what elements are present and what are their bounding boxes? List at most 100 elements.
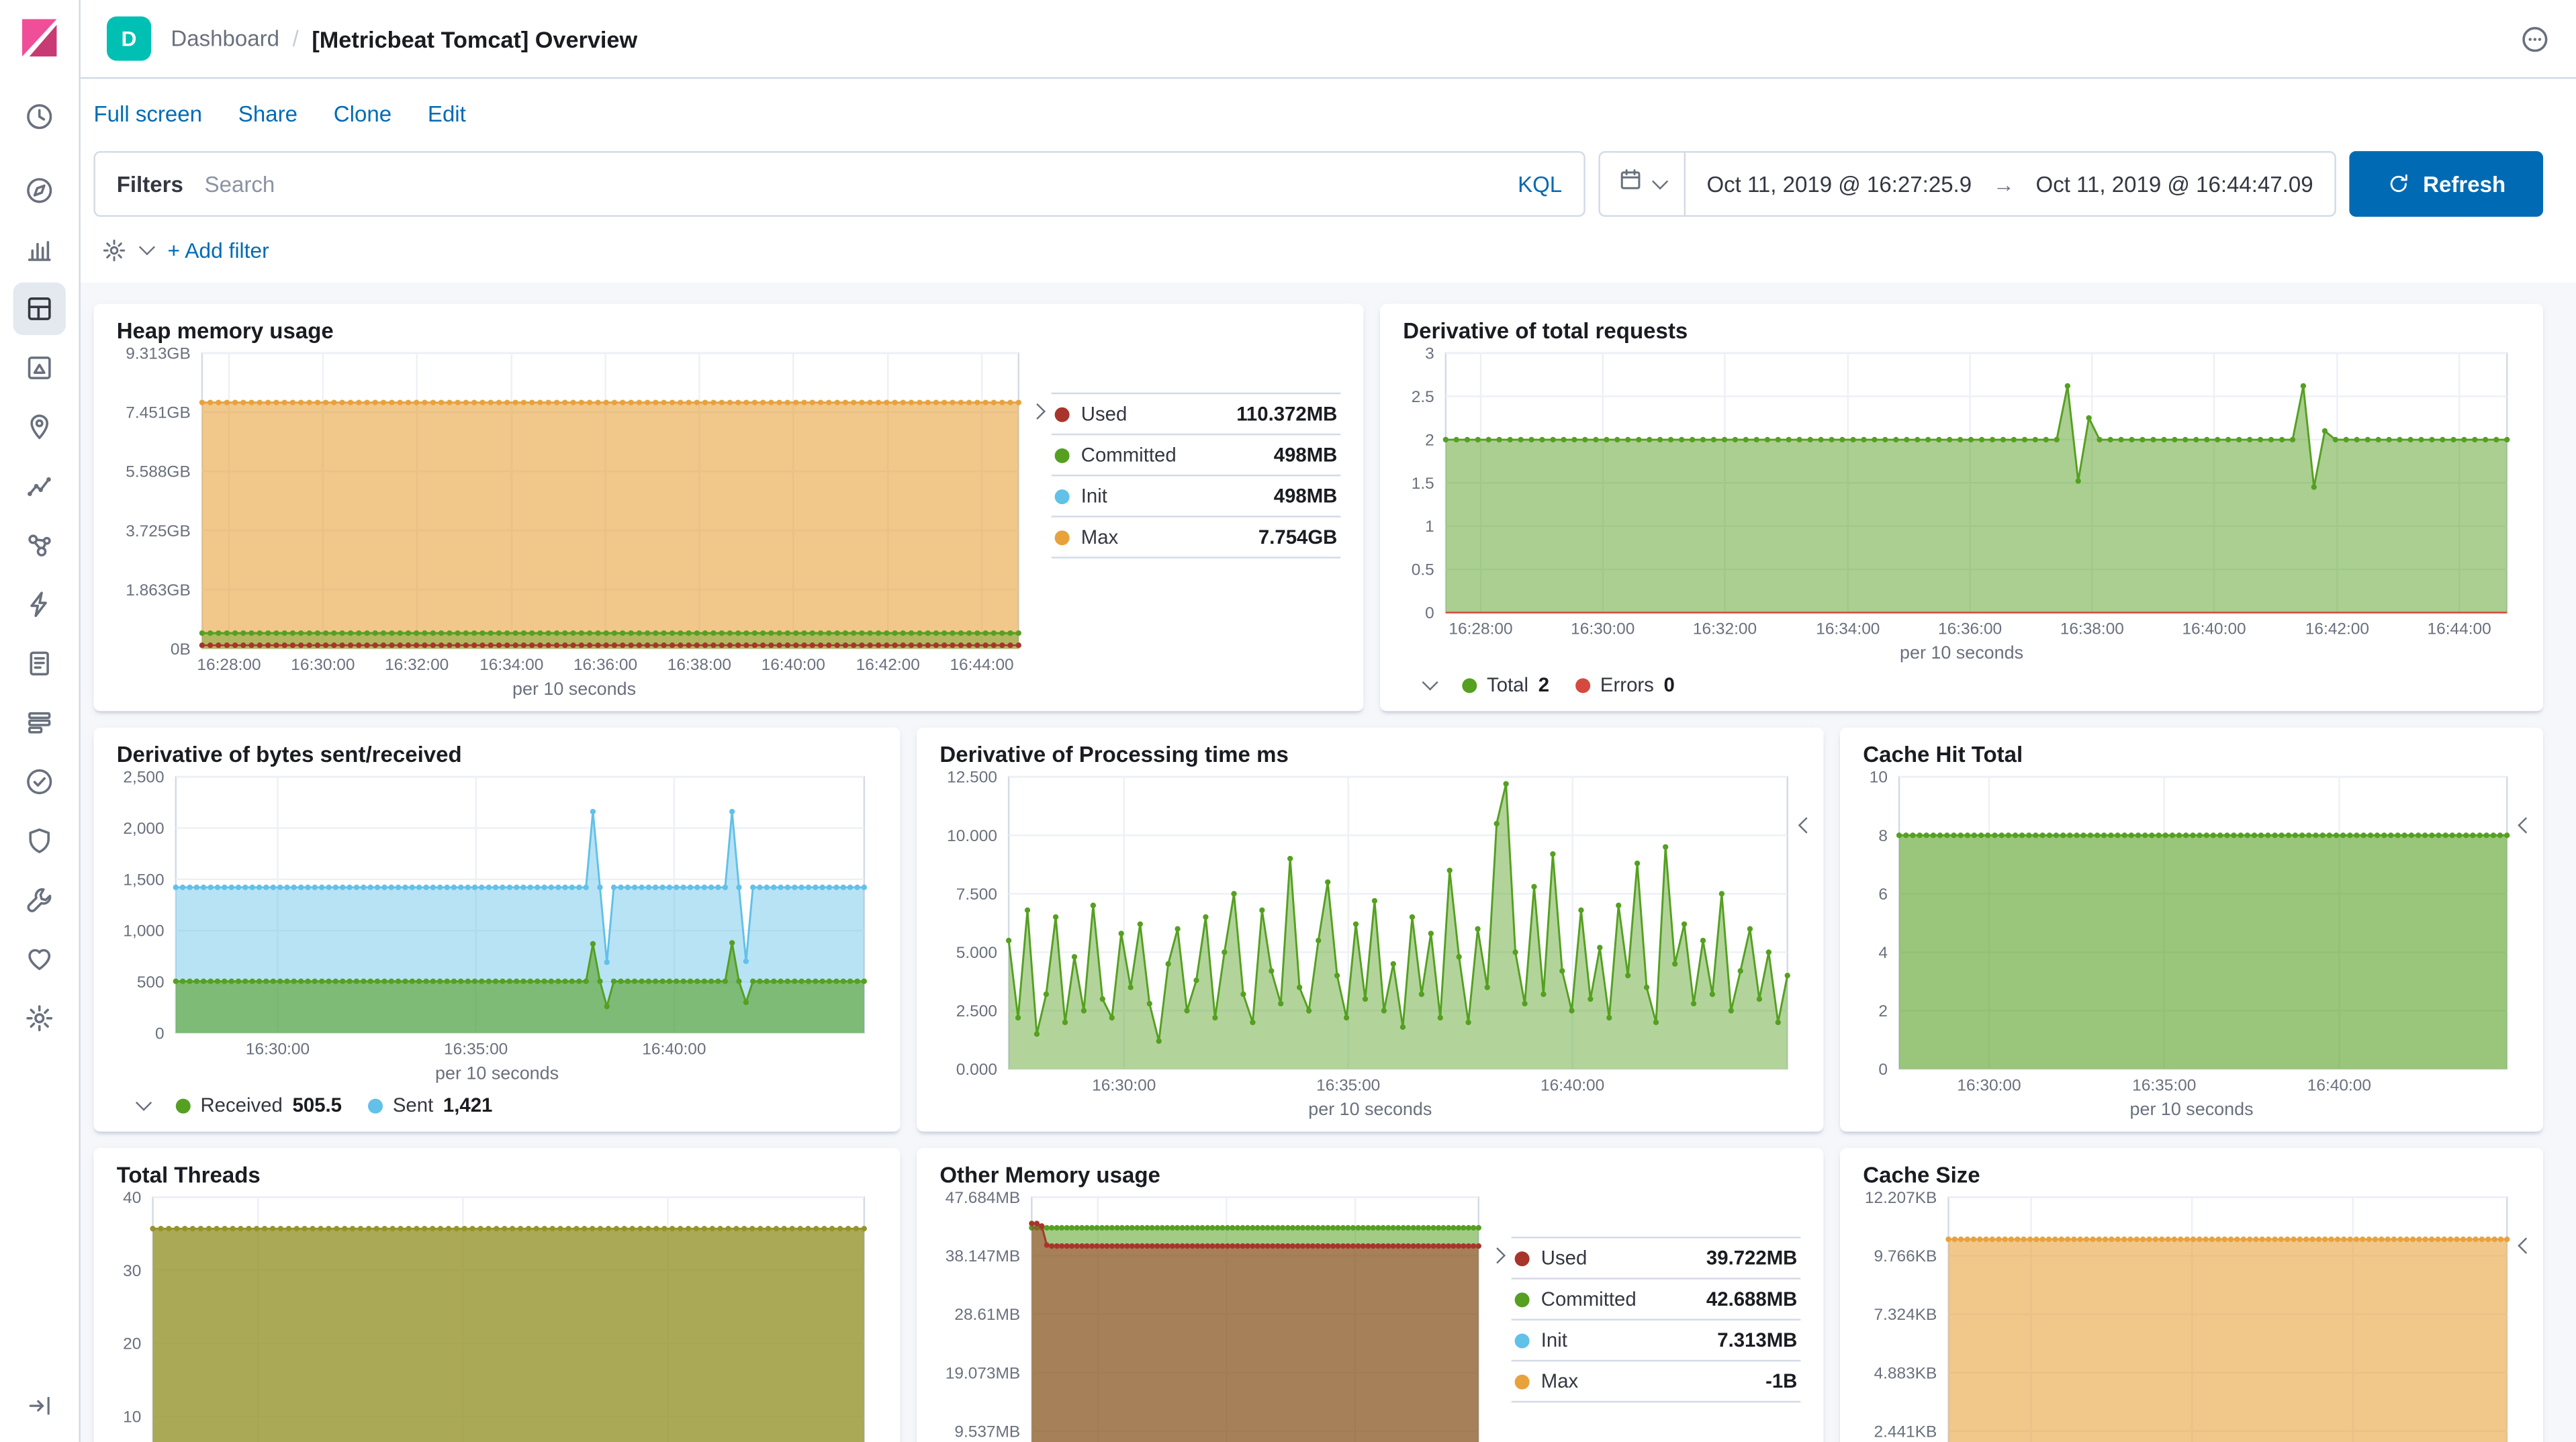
legend-item-max[interactable]: Max -1B [1512, 1361, 1801, 1402]
legend-item-total[interactable]: Total 2 [1462, 673, 1549, 696]
bytes-chart[interactable]: 05001,0001,5002,0002,50016:30:0016:35:00… [117, 767, 878, 1088]
filters-button[interactable]: Filters [95, 172, 205, 197]
legend-value: 505.5 [293, 1094, 342, 1116]
total-threads-chart[interactable]: 01020304016:30:0016:35:0016:40:00 per 10… [117, 1188, 878, 1442]
breadcrumb-separator: / [293, 26, 299, 51]
chevron-left-icon [2518, 1238, 2534, 1254]
sidebar-item-recent[interactable] [13, 91, 66, 143]
legend-expand-button[interactable] [1800, 810, 1812, 839]
other-memory-chart[interactable]: 0B9.537MB19.073MB28.61MB38.147MB47.684MB… [939, 1188, 1491, 1442]
kibana-logo[interactable] [16, 15, 62, 60]
calendar-button[interactable] [1600, 153, 1684, 215]
sidebar-item-maps[interactable] [13, 401, 66, 453]
legend-item-init[interactable]: Init 498MB [1052, 476, 1341, 517]
legend-name: Committed [1081, 444, 1177, 467]
processing-time-chart[interactable]: 0.0002.5005.0007.50010.00012.50016:30:00… [939, 767, 1800, 1124]
sidebar-item-management[interactable] [13, 992, 66, 1045]
legend-name: Sent [393, 1094, 433, 1116]
legend-item-committed[interactable]: Committed 42.688MB [1512, 1280, 1801, 1320]
svg-text:2,000: 2,000 [123, 820, 164, 838]
date-from[interactable]: Oct 11, 2019 @ 16:27:25.9 [1686, 172, 1993, 197]
clone-link[interactable]: Clone [334, 102, 392, 127]
sidebar-item-monitoring[interactable] [13, 933, 66, 986]
requests-chart-canvas[interactable]: 00.511.522.5316:28:0016:30:0016:32:0016:… [1403, 343, 2520, 642]
legend-collapse-icon[interactable] [136, 1095, 152, 1111]
svg-text:16:30:00: 16:30:00 [1571, 620, 1635, 638]
sidebar-item-uptime[interactable] [13, 755, 66, 808]
legend-item-used[interactable]: Used 39.722MB [1512, 1239, 1801, 1280]
sidebar-item-apm[interactable] [13, 578, 66, 630]
legend-item-received[interactable]: Received 505.5 [176, 1094, 342, 1116]
sidebar-item-visualize[interactable] [13, 224, 66, 276]
sidebar-item-discover[interactable] [13, 164, 66, 217]
legend-expand-icon[interactable] [1489, 1247, 1506, 1263]
legend-expand-icon[interactable] [1029, 403, 1046, 420]
series-dot [1515, 1251, 1530, 1265]
edit-link[interactable]: Edit [428, 102, 466, 127]
legend-value: 7.754GB [1258, 526, 1338, 548]
share-link[interactable]: Share [238, 102, 297, 127]
sidebar-item-machine-learning[interactable] [13, 460, 66, 512]
options-icon[interactable] [2520, 23, 2550, 53]
cache-size-chart-canvas[interactable]: 0B2.441KB4.883KB7.324KB9.766KB12.207KB16… [1863, 1188, 2520, 1442]
bytes-chart-canvas[interactable]: 05001,0001,5002,0002,50016:30:0016:35:00… [117, 767, 878, 1062]
cache-hit-chart-canvas[interactable]: 024681016:30:0016:35:0016:40:00 [1863, 767, 2520, 1098]
svg-text:7.324KB: 7.324KB [1874, 1306, 1937, 1324]
heap-memory-chart[interactable]: 0B1.863GB3.725GB5.588GB7.451GB9.313GB16:… [117, 343, 1032, 704]
svg-text:0: 0 [1425, 604, 1434, 622]
svg-text:2.500: 2.500 [956, 1002, 997, 1020]
total-requests-chart[interactable]: 00.511.522.5316:28:0016:30:0016:32:0016:… [1403, 343, 2520, 668]
breadcrumb-dashboard[interactable]: Dashboard [171, 26, 279, 51]
sidebar-item-siem[interactable] [13, 814, 66, 867]
canvas-icon [25, 353, 54, 383]
sidebar-item-dev-tools[interactable] [13, 873, 66, 926]
heap-chart-canvas[interactable]: 0B1.863GB3.725GB5.588GB7.451GB9.313GB16:… [117, 343, 1032, 678]
svg-text:9.537MB: 9.537MB [954, 1423, 1020, 1441]
sidebar-item-logs[interactable] [13, 637, 66, 689]
panel-title: Derivative of Processing time ms [939, 742, 1800, 767]
legend-item-committed[interactable]: Committed 498MB [1052, 435, 1341, 476]
svg-text:16:40:00: 16:40:00 [2307, 1076, 2371, 1094]
svg-text:0B: 0B [171, 640, 191, 659]
cache-size-chart[interactable]: 0B2.441KB4.883KB7.324KB9.766KB12.207KB16… [1863, 1188, 2520, 1442]
sidebar-item-graph[interactable] [13, 519, 66, 571]
legend-item-max[interactable]: Max 7.754GB [1052, 518, 1341, 559]
svg-text:47.684MB: 47.684MB [946, 1189, 1020, 1207]
collapse-nav-icon[interactable] [15, 1381, 64, 1430]
x-axis-label: per 10 seconds [1403, 642, 2520, 669]
legend-item-init[interactable]: Init 7.313MB [1512, 1320, 1801, 1361]
processing-chart-canvas[interactable]: 0.0002.5005.0007.50010.00012.50016:30:00… [939, 767, 1800, 1098]
svg-text:16:42:00: 16:42:00 [2305, 620, 2369, 638]
filter-options-gear-icon[interactable] [102, 238, 127, 262]
legend-expand-button[interactable] [2520, 810, 2532, 839]
space-badge[interactable]: D [107, 16, 151, 60]
svg-text:6: 6 [1878, 885, 1888, 904]
other-memory-chart-canvas[interactable]: 0B9.537MB19.073MB28.61MB38.147MB47.684MB… [939, 1188, 1491, 1442]
legend-item-used[interactable]: Used 110.372MB [1052, 394, 1341, 435]
chevron-left-icon [2518, 817, 2534, 833]
search-input[interactable] [205, 172, 1497, 197]
add-filter-link[interactable]: + Add filter [168, 238, 269, 262]
svg-text:2: 2 [1425, 431, 1434, 449]
svg-text:16:44:00: 16:44:00 [2428, 620, 2491, 638]
sidebar-item-canvas[interactable] [13, 342, 66, 394]
legend-item-sent[interactable]: Sent 1,421 [368, 1094, 492, 1116]
legend-collapse-icon[interactable] [1422, 674, 1438, 690]
kibana-app: D Dashboard / [Metricbeat Tomcat] Overvi… [0, 0, 2576, 1442]
legend-item-errors[interactable]: Errors 0 [1575, 673, 1675, 696]
kql-toggle[interactable]: KQL [1496, 172, 1583, 197]
legend-expand-button[interactable] [2520, 1230, 2532, 1259]
cache-hit-chart[interactable]: 024681016:30:0016:35:0016:40:00 per 10 s… [1863, 767, 2520, 1124]
sidebar-item-metrics[interactable] [13, 696, 66, 749]
svg-text:16:42:00: 16:42:00 [856, 656, 920, 674]
panel-processing-time: Derivative of Processing time ms 0.0002.… [917, 728, 1823, 1132]
filter-options-caret-icon[interactable] [139, 239, 155, 255]
panel-title: Cache Hit Total [1863, 742, 2520, 767]
x-axis-label: per 10 seconds [1863, 1099, 2520, 1125]
threads-chart-canvas[interactable]: 01020304016:30:0016:35:0016:40:00 [117, 1188, 878, 1442]
full-screen-link[interactable]: Full screen [93, 102, 202, 127]
sidebar-item-dashboard[interactable] [13, 283, 66, 335]
date-to[interactable]: Oct 11, 2019 @ 16:44:47.09 [2015, 172, 2335, 197]
refresh-button[interactable]: Refresh [2349, 151, 2543, 217]
refresh-label: Refresh [2423, 172, 2505, 197]
